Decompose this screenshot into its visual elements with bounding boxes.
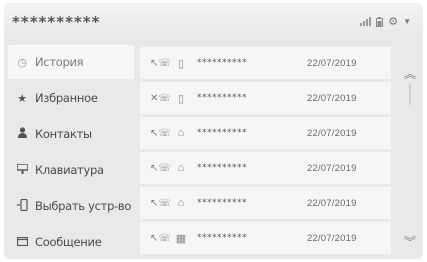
call-date: 22/07/2019 (307, 162, 357, 174)
call-date: 22/07/2019 (307, 232, 357, 244)
header-bar: ********** ⚙ ▼ (4, 3, 423, 43)
star-icon: ★ (17, 91, 27, 105)
call-history-list: ↖☏ ▯ ********** 22/07/2019 ✕☏ ▯ ********… (140, 45, 391, 259)
sidebar-item-label: Избранное (35, 91, 98, 105)
sidebar-item-contacts[interactable]: Контакты (8, 117, 134, 151)
call-date: 22/07/2019 (307, 197, 357, 209)
keypad-icon (14, 162, 30, 177)
gear-icon[interactable]: ⚙ (388, 15, 398, 28)
sidebar: ◷ История ★ Избранное Контакты Клавиатур… (4, 45, 135, 259)
list-item[interactable]: ↖☏ ⌂ ********** 22/07/2019 (140, 187, 391, 219)
dropdown-arrow-icon[interactable]: ▼ (403, 17, 411, 26)
home-icon: ⌂ (177, 197, 185, 209)
mobile-icon: ▯ (177, 57, 185, 70)
list-item[interactable]: ✕☏ ▯ ********** 22/07/2019 (140, 82, 391, 114)
signal-icon (360, 17, 372, 26)
clock-icon: ◷ (17, 55, 27, 69)
home-icon: ⌂ (177, 127, 185, 139)
page-title: ********** (12, 13, 101, 31)
phone-screen: ********** ⚙ ▼ ◷ История ★ Избранное Кон… (4, 3, 423, 259)
sidebar-item-label: Контакты (35, 127, 92, 141)
office-icon: ▦ (175, 232, 187, 245)
sidebar-item-label: Выбрать устр-во (35, 199, 132, 213)
contact-name: ********** (197, 128, 247, 138)
sidebar-item-label: История (35, 55, 84, 69)
contact-name: ********** (197, 163, 247, 173)
outgoing-call-icon: ↖☏ (150, 127, 171, 139)
outgoing-call-icon: ↖☏ (150, 197, 171, 209)
sidebar-item-history[interactable]: ◷ История (8, 45, 134, 79)
device-select-icon (14, 198, 30, 214)
scroll-bar[interactable]: ︽ ︾ (397, 45, 423, 259)
sidebar-item-select-device[interactable]: Выбрать устр-во (8, 189, 134, 223)
sidebar-item-keypad[interactable]: Клавиатура (8, 153, 134, 187)
battery-icon (376, 16, 384, 27)
sidebar-item-label: Клавиатура (35, 163, 104, 177)
person-icon (14, 127, 30, 141)
message-icon (14, 236, 30, 249)
status-area: ⚙ ▼ (360, 15, 411, 28)
outgoing-call-icon: ↖☏ (150, 57, 171, 69)
list-item[interactable]: ↖☏ ▦ ********** 22/07/2019 (140, 222, 391, 254)
list-item[interactable]: ↖☏ ⌂ ********** 22/07/2019 (140, 152, 391, 184)
sidebar-item-favorites[interactable]: ★ Избранное (8, 81, 134, 115)
outgoing-call-icon: ↖☏ (150, 162, 171, 174)
call-date: 22/07/2019 (307, 92, 357, 104)
chevron-up-icon[interactable]: ︽ (401, 65, 419, 83)
call-date: 22/07/2019 (307, 127, 357, 139)
outgoing-call-icon: ↖☏ (150, 232, 171, 244)
chevron-down-icon[interactable]: ︾ (401, 233, 419, 251)
contact-name: ********** (197, 198, 247, 208)
sidebar-item-message[interactable]: Сообщение (8, 225, 134, 259)
scroll-thumb[interactable] (409, 83, 411, 105)
sidebar-item-label: Сообщение (35, 235, 102, 249)
missed-call-icon: ✕☏ (150, 92, 171, 104)
contact-name: ********** (197, 58, 247, 68)
contact-name: ********** (197, 93, 247, 103)
contact-name: ********** (197, 233, 247, 243)
call-date: 22/07/2019 (307, 57, 357, 69)
mobile-icon: ▯ (177, 92, 185, 105)
home-icon: ⌂ (177, 162, 185, 174)
list-item[interactable]: ↖☏ ▯ ********** 22/07/2019 (140, 47, 391, 79)
list-item[interactable]: ↖☏ ⌂ ********** 22/07/2019 (140, 117, 391, 149)
